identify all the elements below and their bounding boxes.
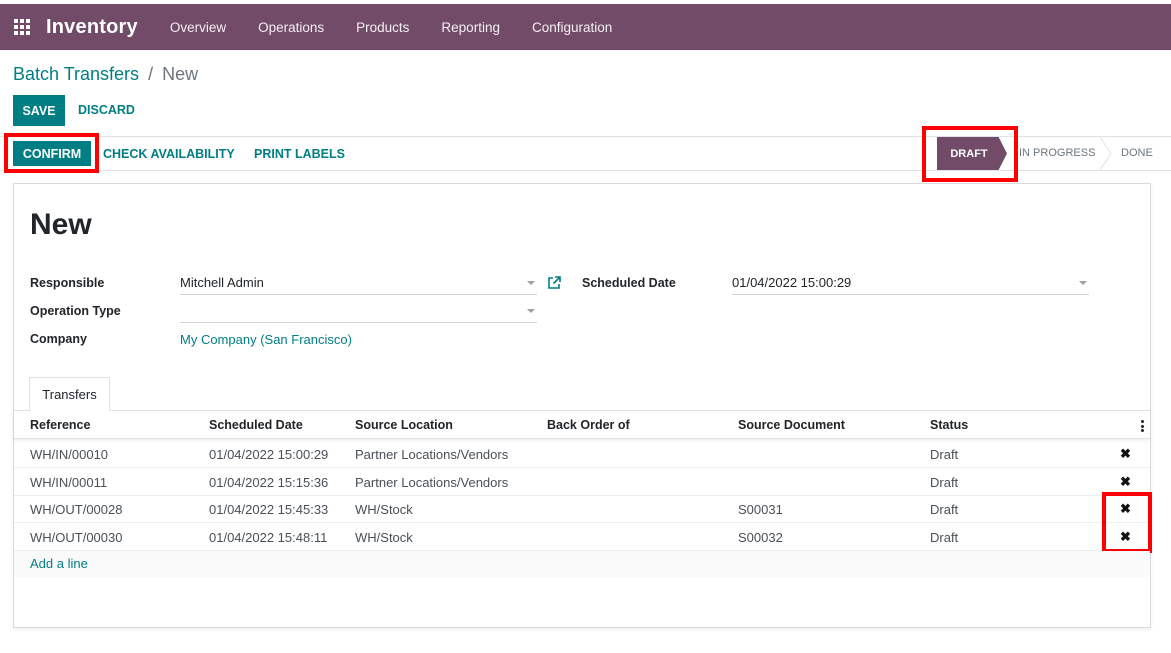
discard-button[interactable]: DISCARD <box>78 103 135 117</box>
menu-reporting[interactable]: Reporting <box>425 20 516 35</box>
chevron-down-icon <box>527 309 535 313</box>
scheduled-date-value: 01/04/2022 15:00:29 <box>732 275 852 290</box>
add-line-link[interactable]: Add a line <box>30 556 88 571</box>
main-menu: Overview Operations Products Reporting C… <box>154 20 628 35</box>
cell-source-location: Partner Locations/Vendors <box>355 475 509 490</box>
table-row[interactable] <box>14 495 1150 523</box>
stage-in-progress[interactable]: IN PROGRESS <box>1019 147 1095 159</box>
menu-operations[interactable]: Operations <box>242 20 340 35</box>
delete-row-icon[interactable]: ✖ <box>1120 474 1131 490</box>
cell-source-location: WH/Stock <box>355 502 413 517</box>
breadcrumb-batch-transfers[interactable]: Batch Transfers <box>13 64 139 84</box>
chevron-down-icon <box>527 281 535 285</box>
cell-source-location: Partner Locations/Vendors <box>355 447 509 462</box>
record-title: New <box>30 208 92 241</box>
stage-divider-icon <box>1100 137 1112 170</box>
cell-scheduled-date: 01/04/2022 15:45:33 <box>209 502 329 517</box>
tab-transfers[interactable]: Transfers <box>29 377 110 412</box>
responsible-field[interactable]: Mitchell Admin <box>180 271 537 295</box>
stage-done[interactable]: DONE <box>1121 147 1153 159</box>
highlight-box-draft <box>922 126 1018 182</box>
responsible-value: Mitchell Admin <box>180 275 264 290</box>
app-title[interactable]: Inventory <box>46 16 138 39</box>
delete-row-icon[interactable]: ✖ <box>1120 446 1131 462</box>
chevron-down-icon <box>1079 281 1087 285</box>
cell-status: Draft <box>930 502 959 517</box>
cell-reference: WH/OUT/00030 <box>30 530 123 545</box>
cell-status: Draft <box>930 475 959 490</box>
operation-type-label: Operation Type <box>30 304 121 318</box>
cell-scheduled-date: 01/04/2022 15:48:11 <box>209 530 328 545</box>
cell-source-document: S00032 <box>738 530 783 545</box>
company-label: Company <box>30 332 87 346</box>
check-availability-button[interactable]: CHECK AVAILABILITY <box>103 147 235 161</box>
breadcrumb: Batch Transfers / New <box>13 64 198 85</box>
breadcrumb-separator: / <box>148 64 154 84</box>
menu-products[interactable]: Products <box>340 20 425 35</box>
column-header-back-order-of[interactable]: Back Order of <box>547 418 630 432</box>
print-labels-button[interactable]: PRINT LABELS <box>254 147 345 161</box>
column-header-scheduled-date[interactable]: Scheduled Date <box>209 418 303 432</box>
optional-columns-kebab-icon[interactable] <box>1141 420 1144 432</box>
cell-reference: WH/OUT/00028 <box>30 502 123 517</box>
cell-scheduled-date: 01/04/2022 15:15:36 <box>209 475 329 490</box>
table-row[interactable] <box>14 440 1150 468</box>
scheduled-date-label: Scheduled Date <box>582 276 676 290</box>
operation-type-field[interactable] <box>180 299 537 323</box>
cell-scheduled-date: 01/04/2022 15:00:29 <box>209 447 329 462</box>
highlight-box-delete <box>1102 492 1152 553</box>
column-header-status[interactable]: Status <box>930 418 968 432</box>
top-navbar: Inventory Overview Operations Products R… <box>0 4 1171 50</box>
table-row[interactable] <box>14 523 1150 551</box>
cell-source-document: S00031 <box>738 502 783 517</box>
external-link-icon[interactable] <box>547 276 561 290</box>
responsible-label: Responsible <box>30 276 105 290</box>
table-footer <box>14 551 1150 577</box>
table-row[interactable] <box>14 468 1150 496</box>
menu-overview[interactable]: Overview <box>154 20 242 35</box>
menu-configuration[interactable]: Configuration <box>516 20 628 35</box>
column-header-reference[interactable]: Reference <box>30 418 90 432</box>
column-header-source-document[interactable]: Source Document <box>738 418 845 432</box>
cell-source-location: WH/Stock <box>355 530 413 545</box>
cell-status: Draft <box>930 447 959 462</box>
highlight-box-confirm <box>4 133 99 173</box>
breadcrumb-current: New <box>162 64 199 84</box>
company-value[interactable]: My Company (San Francisco) <box>180 332 352 347</box>
cell-status: Draft <box>930 530 959 545</box>
cell-reference: WH/IN/00010 <box>30 447 109 462</box>
scheduled-date-field[interactable]: 01/04/2022 15:00:29 <box>732 271 1089 295</box>
column-header-source-location[interactable]: Source Location <box>355 418 453 432</box>
apps-grid-icon[interactable] <box>13 18 31 36</box>
cell-reference: WH/IN/00011 <box>30 475 108 490</box>
save-button[interactable]: SAVE <box>13 95 65 126</box>
